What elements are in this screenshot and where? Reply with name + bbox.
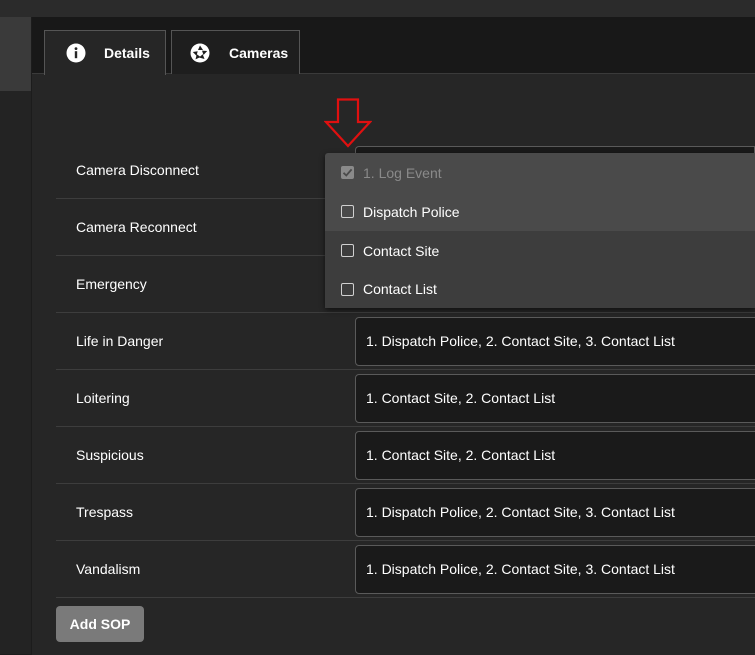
- sop-row-suspicious: Suspicious 1. Contact Site, 2. Contact L…: [56, 427, 755, 484]
- row-label: Vandalism: [76, 561, 141, 577]
- option-contact-site[interactable]: Contact Site: [325, 231, 755, 270]
- sop-select-field[interactable]: 1. Dispatch Police, 2. Contact Site, 3. …: [355, 545, 755, 594]
- option-label: 1. Log Event: [363, 164, 442, 181]
- checkbox-icon[interactable]: [341, 244, 354, 257]
- row-label: Camera Disconnect: [76, 162, 199, 178]
- sop-select-field[interactable]: 1. Dispatch Police, 2. Contact Site, 3. …: [355, 488, 755, 537]
- option-label: Contact Site: [363, 242, 440, 259]
- left-sidebar: [0, 17, 31, 654]
- tab-cameras[interactable]: Cameras: [171, 30, 300, 74]
- add-sop-button[interactable]: Add SOP: [56, 606, 144, 642]
- sop-select-field[interactable]: 1. Dispatch Police, 2. Contact Site, 3. …: [355, 317, 755, 366]
- row-label: Emergency: [76, 276, 147, 292]
- camera-aperture-icon: [190, 43, 210, 63]
- row-label: Life in Danger: [76, 333, 164, 349]
- sop-options-dropdown: 1. Log Event Dispatch Police Contact Sit…: [325, 153, 755, 308]
- row-label: Camera Reconnect: [76, 219, 197, 235]
- left-sidebar-selected[interactable]: [0, 17, 31, 91]
- top-bar: [0, 0, 755, 17]
- option-dispatch-police[interactable]: Dispatch Police: [325, 192, 755, 231]
- sop-row-loitering: Loitering 1. Contact Site, 2. Contact Li…: [56, 370, 755, 427]
- info-icon: [66, 43, 86, 63]
- sop-select-field[interactable]: 1. Contact Site, 2. Contact List: [355, 374, 755, 423]
- tab-details[interactable]: Details: [44, 30, 166, 75]
- checkbox-icon[interactable]: [341, 282, 354, 296]
- annotation-down-arrow-icon: [324, 98, 372, 148]
- option-log-event: 1. Log Event: [325, 153, 755, 192]
- sop-select-field[interactable]: 1. Contact Site, 2. Contact List: [355, 431, 755, 480]
- tab-label: Details: [104, 45, 150, 61]
- checkbox-icon[interactable]: [341, 205, 354, 218]
- row-label: Trespass: [76, 504, 134, 520]
- checkbox-checked-icon: [341, 166, 354, 179]
- row-label: Loitering: [76, 390, 130, 406]
- tab-label: Cameras: [229, 44, 289, 61]
- sop-row-trespass: Trespass 1. Dispatch Police, 2. Contact …: [56, 484, 755, 541]
- sop-row-life-in-danger: Life in Danger 1. Dispatch Police, 2. Co…: [56, 313, 755, 370]
- sop-row-vandalism: Vandalism 1. Dispatch Police, 2. Contact…: [56, 541, 755, 598]
- option-contact-list[interactable]: Contact List: [325, 270, 755, 308]
- row-label: Suspicious: [76, 447, 144, 463]
- option-label: Dispatch Police: [363, 203, 460, 220]
- option-label: Contact List: [363, 281, 437, 297]
